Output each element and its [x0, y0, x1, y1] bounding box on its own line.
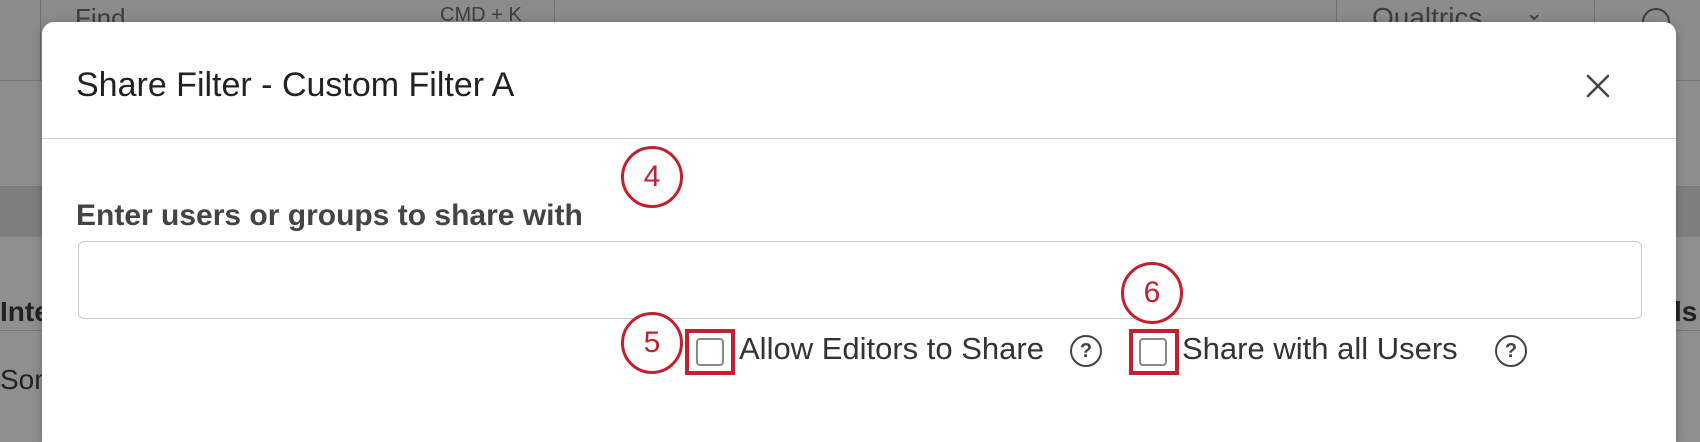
share-with-label: Enter users or groups to share with [76, 199, 583, 232]
share-all-users-label[interactable]: Share with all Users [1182, 329, 1458, 369]
share-all-users-checkbox[interactable] [1139, 338, 1167, 366]
share-with-input[interactable] [78, 241, 1642, 319]
allow-editors-label[interactable]: Allow Editors to Share [739, 329, 1044, 369]
dialog-title: Share Filter - Custom Filter A [76, 66, 515, 104]
background-column-header: Inte [0, 296, 42, 327]
allow-editors-checkbox[interactable] [696, 338, 724, 366]
close-icon [1586, 74, 1610, 98]
share-all-help-icon[interactable]: ? [1495, 335, 1527, 367]
close-button[interactable] [1582, 70, 1614, 102]
share-filter-dialog: Share Filter - Custom Filter A Enter use… [42, 22, 1676, 442]
allow-editors-help-icon[interactable]: ? [1070, 335, 1102, 367]
step-5-marker: 5 [621, 312, 683, 374]
dialog-header-divider [42, 138, 1676, 139]
step-6-marker: 6 [1121, 262, 1183, 324]
background-divider [40, 0, 41, 80]
background-column-header: ls [1674, 296, 1698, 327]
background-table-cell: Som [0, 364, 42, 395]
step-4-marker: 4 [621, 146, 683, 208]
